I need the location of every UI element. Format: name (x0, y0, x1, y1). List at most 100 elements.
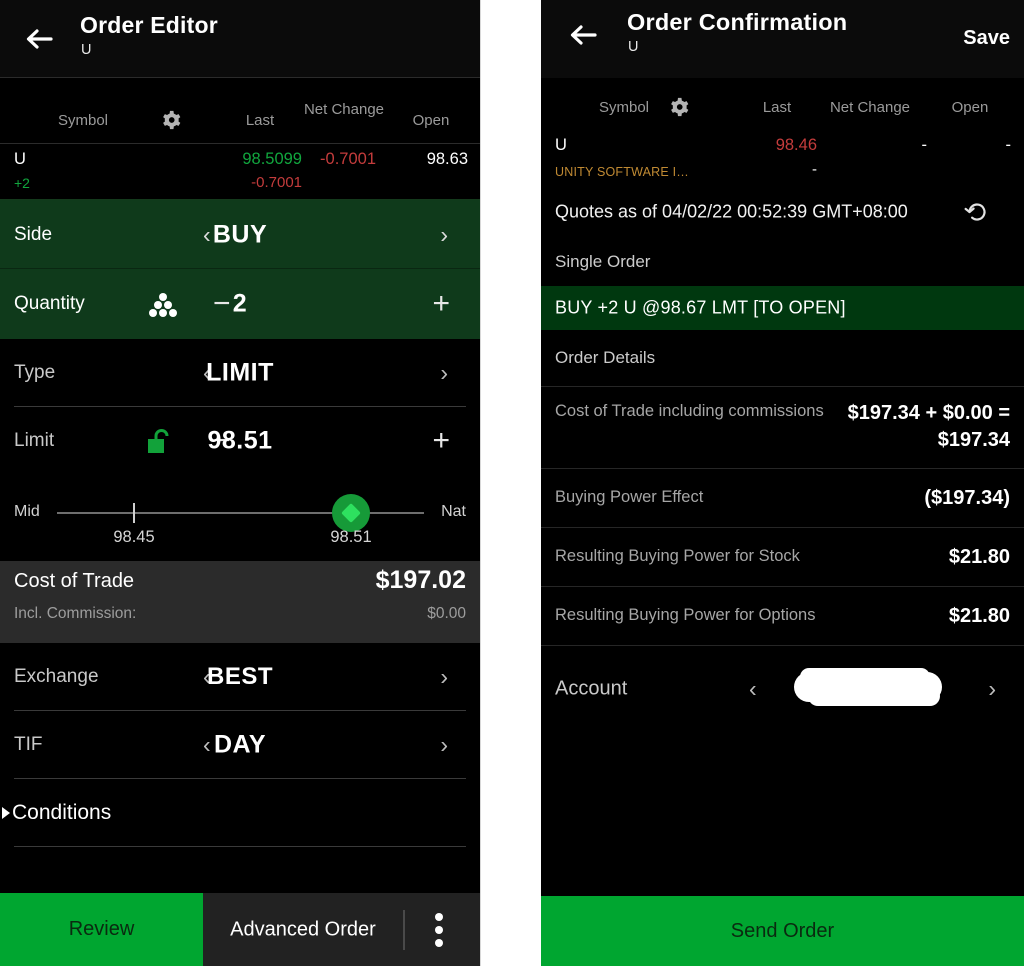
quote-symbol: U (14, 150, 26, 168)
page-subtitle: U (81, 42, 92, 58)
limit-value: 98.51 (207, 426, 273, 455)
exchange-value: BEST (206, 663, 273, 690)
account-next-chevron-right-icon[interactable]: › (988, 675, 996, 702)
field-row-type[interactable]: Type ‹ LIMIT › (0, 339, 480, 407)
quote-net-change: -0.7001 (320, 150, 376, 168)
screenshot-stage: Order Editor U Symbol Last Net Change Op… (0, 0, 1024, 966)
refresh-icon[interactable] (964, 199, 990, 225)
field-row-exchange[interactable]: Exchange ‹ BEST › (0, 643, 480, 711)
order-editor-titlebar: Order Editor U (0, 0, 480, 77)
order-confirmation-titlebar: Order Confirmation U Save (541, 0, 1024, 78)
quote-row[interactable]: U UNITY SOFTWARE I… 98.46 - - - (541, 132, 1024, 186)
quantity-increment-button[interactable]: + (432, 289, 450, 319)
order-details-section-label: Order Details (541, 330, 1024, 386)
back-arrow-icon[interactable] (22, 22, 56, 56)
order-editor-bottom-bar: Review Advanced Order (0, 893, 480, 966)
slider-thumb[interactable] (332, 494, 370, 532)
column-header-symbol[interactable]: Symbol (579, 98, 669, 117)
send-order-button[interactable]: Send Order (541, 896, 1024, 966)
type-value: LIMIT (206, 358, 274, 387)
slider-left-label: Mid (14, 503, 40, 520)
slider-current-value: 98.51 (330, 528, 372, 546)
slider-right-label: Nat (441, 503, 466, 520)
single-order-label: Single Order (555, 252, 651, 271)
quote-last-secondary: -0.7001 (251, 174, 302, 191)
column-header-last[interactable]: Last (218, 111, 302, 130)
column-header-open[interactable]: Open (929, 98, 1011, 117)
column-header-open[interactable]: Open (392, 111, 470, 130)
column-header-net-change[interactable]: Net Change (813, 98, 927, 117)
quote-position: +2 (14, 175, 30, 191)
order-summary-strip[interactable]: BUY +2 U @98.67 LMT [TO OPEN] (541, 286, 1024, 330)
quote-net-change: - (921, 136, 928, 154)
conditions-expander[interactable]: Conditions (0, 779, 480, 847)
side-next-chevron-right-icon[interactable]: › (440, 223, 448, 246)
detail-key: Resulting Buying Power for Options (555, 606, 816, 624)
gear-icon[interactable] (669, 96, 691, 118)
column-header-symbol[interactable]: Symbol (38, 111, 128, 130)
limit-increment-button[interactable]: + (432, 426, 450, 456)
quote-row[interactable]: U +2 98.5099 -0.7001 -0.7001 98.63 (0, 144, 480, 200)
order-summary-text: BUY +2 U @98.67 LMT [TO OPEN] (555, 297, 846, 318)
back-arrow-icon[interactable] (566, 18, 600, 52)
gear-icon[interactable] (161, 109, 183, 131)
page-subtitle: U (628, 39, 639, 55)
kebab-menu-icon[interactable] (435, 912, 443, 947)
commission-label: Incl. Commission: (14, 605, 137, 622)
cost-of-trade-label: Cost of Trade (14, 570, 135, 592)
type-next-chevron-right-icon[interactable]: › (440, 361, 448, 385)
bottom-bar-divider (403, 910, 405, 950)
order-editor-panel: Order Editor U Symbol Last Net Change Op… (0, 0, 481, 966)
cost-of-trade-amount: $197.02 (375, 566, 466, 594)
cost-of-trade-band: Cost of Trade $197.02 Incl. Commission: … (0, 561, 480, 643)
slider-mid-tick (133, 503, 135, 523)
field-row-side[interactable]: Side ‹ BUY › (0, 200, 480, 269)
detail-row-buying-power-stock: Resulting Buying Power for Stock $21.80 (541, 527, 1024, 586)
account-prev-chevron-left-icon[interactable]: ‹ (749, 675, 757, 702)
quote-last-secondary: - (812, 161, 817, 178)
detail-key: Buying Power Effect (555, 488, 704, 506)
quote-table-header: Symbol Last Net Change Open (541, 78, 1024, 132)
detail-value: ($197.34) (924, 487, 1010, 509)
detail-value: $21.80 (948, 605, 1010, 627)
field-row-account[interactable]: Account ‹ › (541, 645, 1024, 731)
page-title: Order Confirmation (627, 9, 848, 35)
detail-key: Cost of Trade including commissions (555, 402, 824, 420)
page-title: Order Editor (80, 12, 218, 38)
tif-next-chevron-right-icon[interactable]: › (440, 733, 448, 757)
advanced-order-button[interactable]: Advanced Order (203, 918, 403, 941)
quote-open: - (1005, 136, 1012, 154)
tif-value: DAY (214, 730, 266, 759)
save-button[interactable]: Save (963, 27, 1010, 50)
detail-value: $197.34 + $0.00 = $197.34 (847, 402, 1010, 451)
order-details-label: Order Details (555, 348, 656, 367)
quote-open: 98.63 (426, 150, 468, 168)
price-slider[interactable]: Mid Nat 98.45 98.51 (0, 475, 480, 561)
detail-row-buying-power-effect: Buying Power Effect ($197.34) (541, 468, 1024, 527)
field-row-quantity[interactable]: Quantity − 2 + (0, 269, 480, 339)
commission-value: $0.00 (427, 605, 466, 622)
quotes-timestamp-row: Quotes as of 04/02/22 00:52:39 GMT+08:00 (541, 186, 1024, 238)
column-header-last[interactable]: Last (737, 98, 817, 117)
order-confirmation-panel: Order Confirmation U Save Symbol Last Ne… (541, 0, 1024, 966)
detail-row-cost-of-trade: Cost of Trade including commissions $197… (541, 386, 1024, 468)
quote-last: 98.46 (775, 136, 817, 154)
quote-symbol: U (555, 136, 567, 154)
quantity-value: 2 (232, 289, 248, 318)
field-row-limit[interactable]: Limit − 98.51 + (0, 407, 480, 475)
detail-row-buying-power-options: Resulting Buying Power for Options $21.8… (541, 586, 1024, 645)
detail-key: Resulting Buying Power for Stock (555, 547, 800, 565)
advanced-order-area: Advanced Order (203, 893, 480, 966)
exchange-next-chevron-right-icon[interactable]: › (440, 665, 448, 689)
conditions-label: Conditions (12, 801, 112, 824)
field-row-tif[interactable]: TIF ‹ DAY › (0, 711, 480, 779)
quote-table-header: Symbol Last Net Change Open (0, 77, 480, 144)
quote-company-name: UNITY SOFTWARE I… (555, 165, 689, 179)
row-divider (14, 846, 466, 847)
quotes-timestamp-text: Quotes as of 04/02/22 00:52:39 GMT+08:00 (555, 201, 908, 222)
review-button[interactable]: Review (0, 893, 203, 966)
column-header-net-change[interactable]: Net Change (302, 100, 386, 119)
account-label: Account (555, 677, 628, 699)
account-value-redacted[interactable] (794, 668, 942, 706)
detail-value: $21.80 (948, 546, 1010, 568)
